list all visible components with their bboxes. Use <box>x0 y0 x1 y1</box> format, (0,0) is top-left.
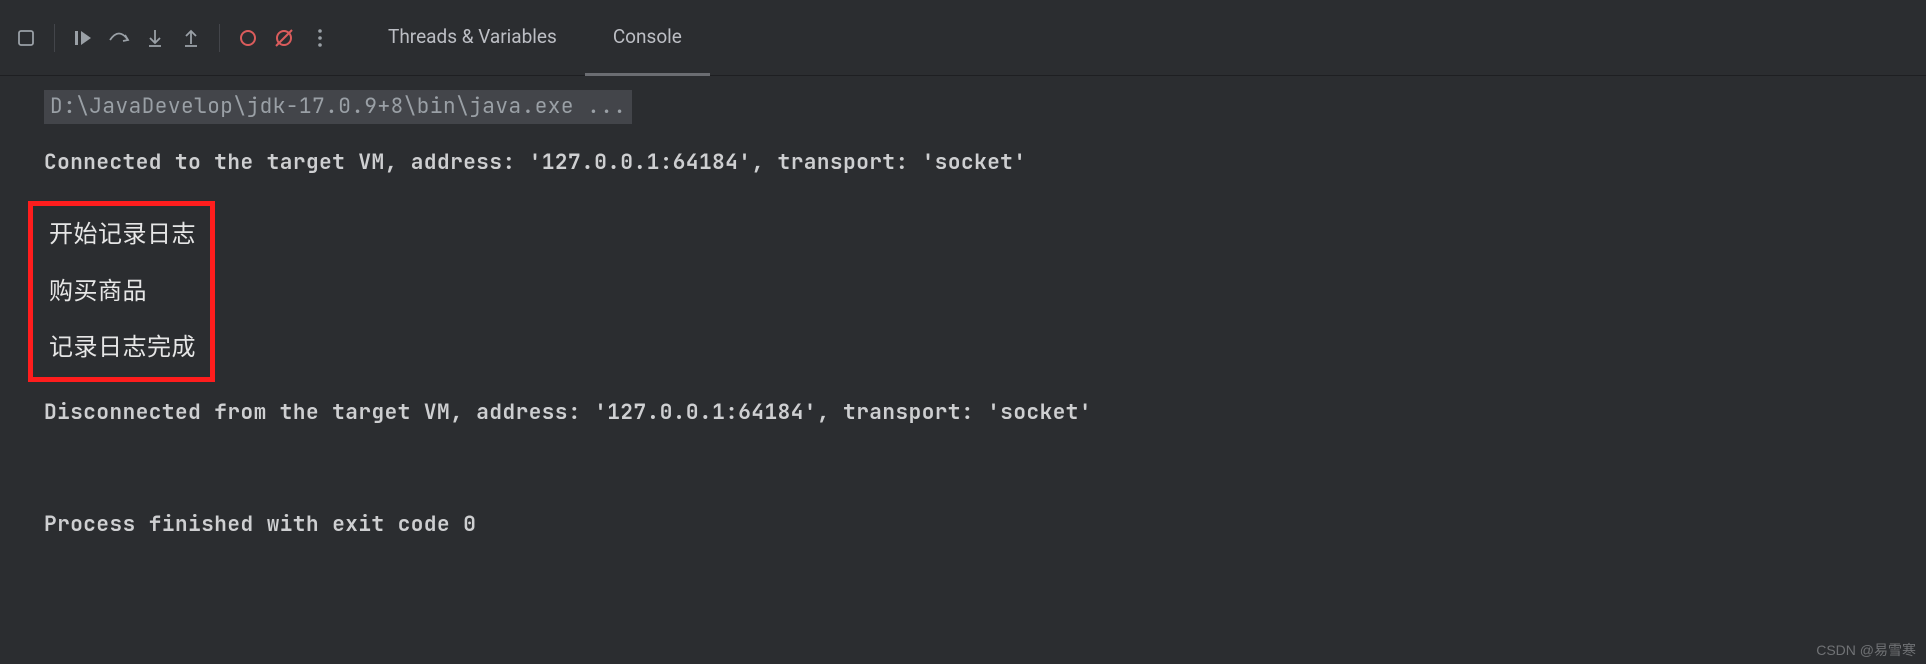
debug-tabs: Threads & Variables Console <box>360 0 710 76</box>
output-line: 记录日志完成 <box>49 329 196 367</box>
view-breakpoints-button[interactable] <box>232 22 264 54</box>
disconnected-message: Disconnected from the target VM, address… <box>44 396 1926 430</box>
blank-line <box>44 452 1926 486</box>
tab-threads-variables[interactable]: Threads & Variables <box>360 0 585 76</box>
step-into-button[interactable] <box>139 22 171 54</box>
console-output: D:\JavaDevelop\jdk-17.0.9+8\bin\java.exe… <box>0 76 1926 541</box>
more-button[interactable] <box>304 22 336 54</box>
mute-breakpoints-button[interactable] <box>268 22 300 54</box>
output-line: 购买商品 <box>49 273 196 311</box>
debug-toolbar: Threads & Variables Console <box>0 0 1926 76</box>
resume-button[interactable] <box>67 22 99 54</box>
step-over-button[interactable] <box>103 22 135 54</box>
highlighted-output: 开始记录日志 购买商品 记录日志完成 <box>28 201 215 382</box>
output-line: 开始记录日志 <box>49 216 196 254</box>
stop-button[interactable] <box>10 22 42 54</box>
toolbar-controls <box>10 22 336 54</box>
java-command: D:\JavaDevelop\jdk-17.0.9+8\bin\java.exe… <box>44 90 632 124</box>
command-line: D:\JavaDevelop\jdk-17.0.9+8\bin\java.exe… <box>44 90 1926 124</box>
watermark: CSDN @易雪寒 <box>1816 640 1916 660</box>
divider <box>54 24 55 52</box>
tab-console[interactable]: Console <box>585 0 710 76</box>
divider <box>219 24 220 52</box>
connected-message: Connected to the target VM, address: '12… <box>44 146 1926 180</box>
process-exit-message: Process finished with exit code 0 <box>44 508 1926 542</box>
step-out-button[interactable] <box>175 22 207 54</box>
